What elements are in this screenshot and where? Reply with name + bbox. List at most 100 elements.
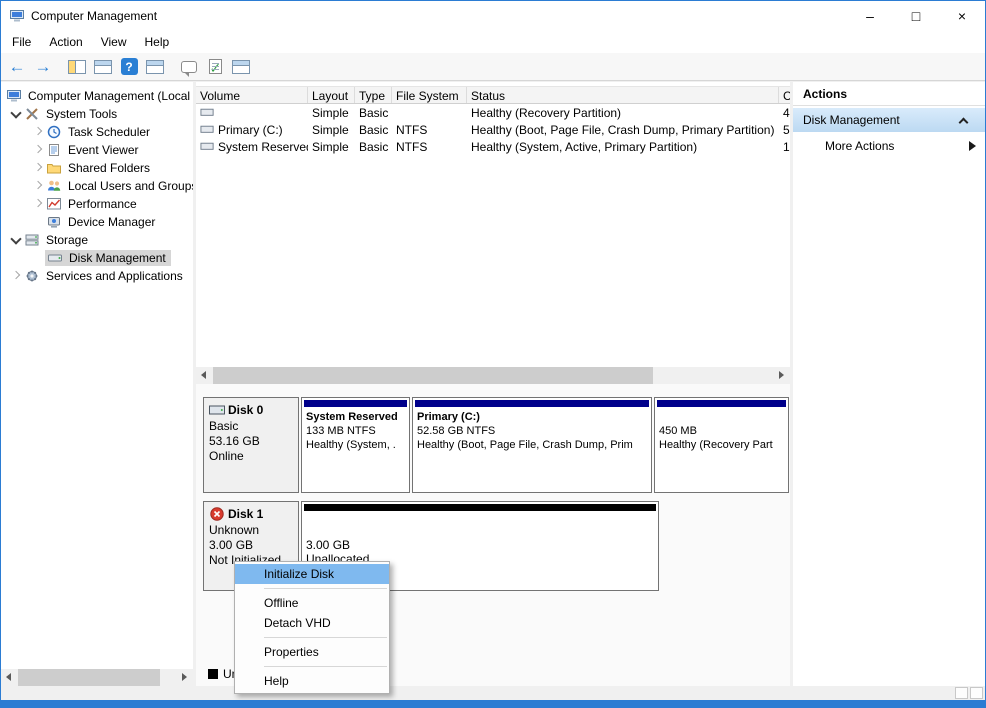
scroll-left-button[interactable]	[1, 669, 18, 686]
export-list-button[interactable]	[91, 56, 115, 78]
pane-scroll-box[interactable]	[970, 687, 983, 699]
volume-row[interactable]: Simple Basic Healthy (Recovery Partition…	[196, 104, 790, 121]
volume-row[interactable]: Primary (C:) Simple Basic NTFS Healthy (…	[196, 121, 790, 138]
window-controls: – □ ×	[847, 1, 985, 31]
scroll-thumb[interactable]	[213, 367, 653, 384]
menu-file[interactable]: File	[3, 33, 40, 51]
volume-type: Basic	[355, 121, 392, 138]
new-window-icon	[232, 60, 250, 74]
new-window-button[interactable]	[229, 56, 253, 78]
toolbar-separator	[57, 56, 63, 78]
column-file-system[interactable]: File System	[392, 87, 467, 103]
forward-button[interactable]	[31, 56, 55, 78]
tree-item-device-manager[interactable]: Device Manager	[1, 213, 193, 231]
chevron-right-icon[interactable]	[31, 161, 45, 175]
help-button[interactable]	[117, 56, 141, 78]
tree-item-label: Computer Management (Local	[25, 88, 193, 104]
menu-item-properties[interactable]: Properties	[235, 642, 389, 662]
partition-status: Healthy (Recovery Part	[659, 438, 784, 452]
disk-error-icon	[209, 506, 225, 522]
content-area: Computer Management (Local System Tools …	[1, 82, 985, 700]
help-icon	[121, 58, 138, 75]
chevron-right-icon[interactable]	[9, 269, 23, 283]
tree-horizontal-scrollbar[interactable]	[1, 669, 193, 686]
disk-size: 53.16 GB	[209, 434, 293, 449]
scroll-right-button[interactable]	[176, 669, 193, 686]
partition-size: 133 MB NTFS	[306, 424, 405, 438]
tree-item-event-viewer[interactable]: Event Viewer	[1, 141, 193, 159]
shared-folders-icon	[46, 160, 62, 176]
more-actions-item[interactable]: More Actions	[793, 136, 985, 156]
column-status[interactable]: Status	[467, 87, 779, 103]
menu-action[interactable]: Action	[40, 33, 91, 51]
tree-item-shared-folders[interactable]: Shared Folders	[1, 159, 193, 177]
chevron-down-icon[interactable]	[9, 233, 23, 247]
refresh-check-button[interactable]	[203, 56, 227, 78]
volume-capacity: 13	[779, 138, 790, 155]
partition-system-reserved[interactable]: System Reserved 133 MB NTFS Healthy (Sys…	[301, 397, 410, 493]
tree-item-computer-management[interactable]: Computer Management (Local	[1, 87, 193, 105]
tree-item-label: Performance	[65, 196, 140, 212]
volume-row[interactable]: System Reserved Simple Basic NTFS Health…	[196, 138, 790, 155]
volume-list-horizontal-scrollbar[interactable]	[196, 367, 790, 384]
partition-status: Healthy (Boot, Page File, Crash Dump, Pr…	[417, 438, 647, 452]
tree-item-task-scheduler[interactable]: Task Scheduler	[1, 123, 193, 141]
partition-status: Healthy (System, .	[306, 438, 405, 452]
disk-status: Online	[209, 449, 293, 464]
volume-status: Healthy (Recovery Partition)	[467, 104, 779, 121]
close-button[interactable]: ×	[939, 1, 985, 31]
partition-primary-c[interactable]: Primary (C:) 52.58 GB NTFS Healthy (Boot…	[412, 397, 652, 493]
tree-item-disk-management[interactable]: Disk Management	[1, 249, 193, 267]
chevron-right-icon[interactable]	[31, 179, 45, 193]
tree-item-system-tools[interactable]: System Tools	[1, 105, 193, 123]
column-volume[interactable]: Volume	[196, 87, 308, 103]
tree-item-label: Event Viewer	[65, 142, 141, 158]
disk0-label[interactable]: Disk 0 Basic 53.16 GB Online	[203, 397, 299, 493]
actions-pane-title: Actions	[793, 82, 985, 106]
show-console-tree-button[interactable]	[65, 56, 89, 78]
back-button[interactable]	[5, 56, 29, 78]
chevron-right-icon[interactable]	[31, 197, 45, 211]
column-type[interactable]: Type	[355, 87, 392, 103]
volume-layout: Simple	[308, 121, 355, 138]
volume-status: Healthy (Boot, Page File, Crash Dump, Pr…	[467, 121, 779, 138]
menu-item-help[interactable]: Help	[235, 671, 389, 691]
maximize-button[interactable]: □	[893, 1, 939, 31]
tree-item-local-users-and-groups[interactable]: Local Users and Groups	[1, 177, 193, 195]
actions-pane: Actions Disk Management More Actions	[793, 82, 985, 686]
volume-file-system	[392, 104, 467, 121]
minimize-button[interactable]: –	[847, 1, 893, 31]
scroll-left-button[interactable]	[196, 367, 213, 384]
partition-title: Primary (C:)	[417, 410, 647, 424]
tree-item-performance[interactable]: Performance	[1, 195, 193, 213]
volume-file-system: NTFS	[392, 138, 467, 155]
menu-view[interactable]: View	[92, 33, 136, 51]
scroll-right-button[interactable]	[773, 367, 790, 384]
partition-recovery[interactable]: 450 MB Healthy (Recovery Part	[654, 397, 789, 493]
chevron-right-icon[interactable]	[31, 125, 45, 139]
pane-scroll-box[interactable]	[955, 687, 968, 699]
actions-group-disk-management[interactable]: Disk Management	[793, 108, 985, 132]
window-title: Computer Management	[31, 9, 157, 23]
partition-color-bar	[657, 400, 786, 407]
chevron-down-icon[interactable]	[9, 107, 23, 121]
action-menu-button[interactable]	[177, 56, 201, 78]
actions-group-label: Disk Management	[803, 113, 900, 127]
tree-item-services-and-applications[interactable]: Services and Applications	[1, 267, 193, 285]
task-scheduler-icon	[46, 124, 62, 140]
tree-item-storage[interactable]: Storage	[1, 231, 193, 249]
menu-help[interactable]: Help	[136, 33, 179, 51]
scroll-thumb[interactable]	[18, 669, 160, 686]
unallocated-swatch-icon	[208, 669, 218, 679]
column-capacity[interactable]: C	[779, 87, 790, 103]
menu-separator	[264, 637, 387, 638]
menu-item-offline[interactable]: Offline	[235, 593, 389, 613]
more-actions-label: More Actions	[825, 139, 894, 153]
menu-item-detach-vhd[interactable]: Detach VHD	[235, 613, 389, 633]
chevron-right-icon[interactable]	[31, 143, 45, 157]
collapse-chevron-icon[interactable]	[959, 117, 969, 127]
column-layout[interactable]: Layout	[308, 87, 355, 103]
selected-tree-item: Disk Management	[45, 250, 171, 266]
show-action-pane-button[interactable]	[143, 56, 167, 78]
menu-item-initialize-disk[interactable]: Initialize Disk	[235, 564, 389, 584]
